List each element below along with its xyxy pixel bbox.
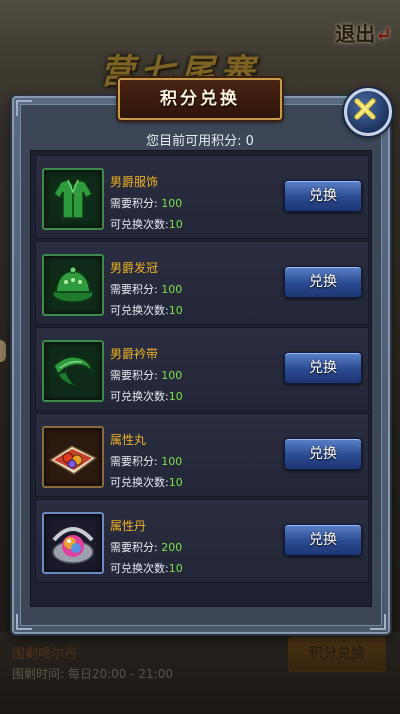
cost-value: 200 (161, 541, 183, 554)
times-value: 10 (168, 476, 183, 489)
dialog-title: 积分兑换 (118, 78, 282, 120)
cost-label: 需要积分: (110, 369, 158, 382)
item-times: 可兑换次数:10 (110, 388, 183, 404)
exchange-button[interactable]: 兑换 (284, 352, 362, 384)
times-label: 可兑换次数: (110, 562, 169, 575)
item-name: 男爵服饰 (110, 175, 159, 189)
times-label: 可兑换次数: (110, 218, 169, 231)
exchange-button[interactable]: 兑换 (284, 524, 362, 556)
item-cost: 需要积分: 100 (110, 281, 182, 297)
list-item: 属性丹 需要积分: 200 可兑换次数:10 兑换 (35, 499, 369, 583)
item-times: 可兑换次数:10 (110, 216, 183, 232)
orb-in-shell-icon (52, 527, 94, 564)
item-cost: 需要积分: 200 (110, 539, 182, 555)
exchange-list[interactable]: 男爵服饰 需要积分: 100 可兑换次数:10 兑换 男爵发冠 需要积分: 10… (30, 150, 372, 607)
times-label: 可兑换次数: (110, 390, 169, 403)
item-cost: 需要积分: 100 (110, 453, 182, 469)
item-icon-frame (42, 426, 104, 488)
corner-ornament (16, 100, 32, 116)
close-x-icon (354, 98, 376, 120)
item-times: 可兑换次数:10 (110, 302, 183, 318)
exchange-button[interactable]: 兑换 (284, 438, 362, 470)
cost-value: 100 (161, 197, 183, 210)
list-item: 属性丸 需要积分: 100 可兑换次数:10 兑换 (35, 413, 369, 497)
times-label: 可兑换次数: (110, 476, 169, 489)
close-button[interactable] (344, 88, 392, 136)
times-value: 10 (168, 562, 183, 575)
points-value: 0 (245, 134, 254, 149)
item-icon-frame (42, 168, 104, 230)
cost-label: 需要积分: (110, 541, 158, 554)
list-item: 男爵服饰 需要积分: 100 可兑换次数:10 兑换 (35, 155, 369, 239)
available-points: 您目前可用积分: 0 (0, 130, 400, 149)
times-value: 10 (168, 304, 183, 317)
green-robe-icon (52, 179, 94, 219)
times-label: 可兑换次数: (110, 304, 169, 317)
points-label: 您目前可用积分: (146, 134, 242, 149)
corner-ornament (370, 614, 386, 630)
exchange-button[interactable]: 兑换 (284, 180, 362, 212)
item-icon-frame (42, 512, 104, 574)
item-name: 男爵衿带 (110, 347, 159, 361)
item-times: 可兑换次数:10 (110, 560, 183, 576)
item-times: 可兑换次数:10 (110, 474, 183, 490)
times-value: 10 (168, 390, 183, 403)
cost-label: 需要积分: (110, 283, 158, 296)
list-item: 男爵衿带 需要积分: 100 可兑换次数:10 兑换 (35, 327, 369, 411)
list-item: 男爵发冠 需要积分: 100 可兑换次数:10 兑换 (35, 241, 369, 325)
item-icon-frame (42, 254, 104, 316)
cost-value: 100 (161, 455, 183, 468)
exchange-button[interactable]: 兑换 (284, 266, 362, 298)
green-sash-icon (53, 356, 93, 387)
times-value: 10 (168, 218, 183, 231)
cost-value: 100 (161, 283, 183, 296)
cost-value: 100 (161, 369, 183, 382)
item-name: 男爵发冠 (110, 261, 159, 275)
corner-ornament (16, 614, 32, 630)
item-icon-frame (42, 340, 104, 402)
item-name: 属性丹 (110, 519, 147, 533)
cost-label: 需要积分: (110, 197, 158, 210)
green-cap-icon (52, 266, 94, 303)
item-name: 属性丸 (110, 433, 147, 447)
item-cost: 需要积分: 100 (110, 195, 182, 211)
cost-label: 需要积分: (110, 455, 158, 468)
pills-on-cloth-icon (48, 445, 98, 475)
item-cost: 需要积分: 100 (110, 367, 182, 383)
